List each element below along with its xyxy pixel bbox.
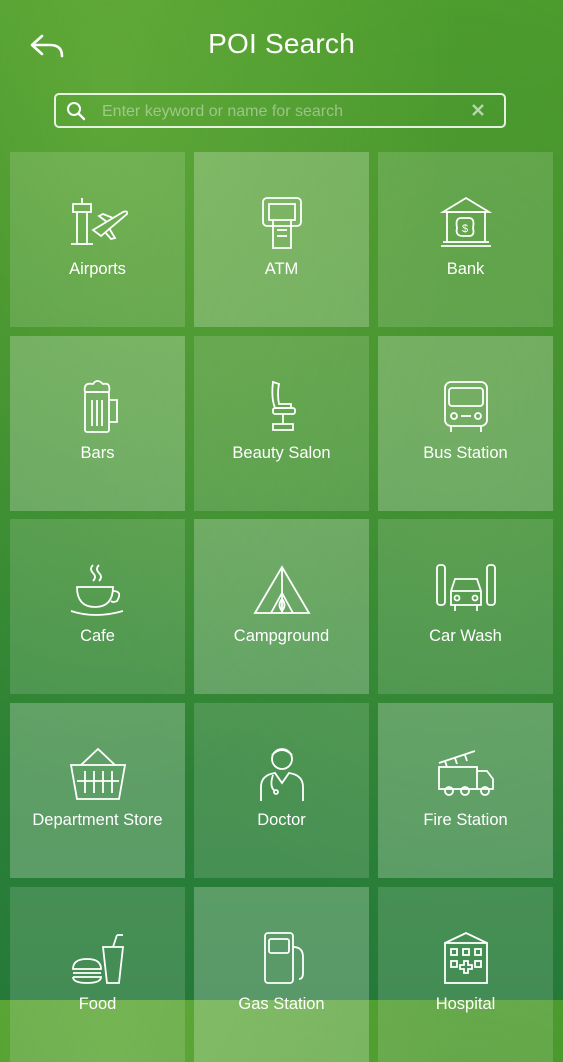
poi-label: Food <box>78 995 117 1013</box>
car-wash-icon <box>435 564 496 611</box>
bus-icon <box>443 381 488 432</box>
poi-label: Bus Station <box>423 444 508 462</box>
poi-tile-car-wash[interactable]: Car Wash <box>378 519 553 694</box>
poi-label: Fire Station <box>423 811 508 829</box>
airport-icon <box>70 198 128 245</box>
header: POI Search <box>0 0 563 92</box>
svg-text:$: $ <box>462 223 468 235</box>
tent-icon <box>252 565 311 614</box>
shopping-basket-icon <box>69 747 126 800</box>
poi-label: Gas Station <box>238 995 325 1013</box>
doctor-icon <box>259 748 304 801</box>
poi-label: Doctor <box>257 811 306 829</box>
poi-tile-bars[interactable]: Bars <box>10 336 185 511</box>
coffee-cup-icon <box>70 564 123 616</box>
poi-tile-doctor[interactable]: Doctor <box>194 703 369 878</box>
poi-tile-atm[interactable]: ATM <box>194 152 369 327</box>
poi-label: Car Wash <box>429 627 502 645</box>
fire-truck-icon <box>437 750 494 796</box>
poi-tile-campground[interactable]: Campground <box>194 519 369 694</box>
poi-label: Bank <box>446 260 485 278</box>
bank-icon: $ <box>439 196 492 247</box>
search-icon <box>67 102 86 121</box>
beer-mug-icon <box>83 380 118 433</box>
search-bar <box>54 93 506 128</box>
poi-label: ATM <box>264 260 299 278</box>
poi-tile-beauty-salon[interactable]: Beauty Salon <box>194 336 369 511</box>
poi-tile-department-store[interactable]: Department Store <box>10 703 185 878</box>
clear-icon[interactable] <box>470 102 486 118</box>
search-input[interactable] <box>100 98 464 126</box>
hospital-icon <box>443 932 488 984</box>
poi-tile-hospital[interactable]: Hospital <box>378 887 553 1062</box>
poi-tile-fire-station[interactable]: Fire Station <box>378 703 553 878</box>
atm-icon <box>261 197 302 249</box>
salon-chair-icon <box>270 380 296 431</box>
poi-label: Hospital <box>435 995 496 1013</box>
poi-tile-gas-station[interactable]: Gas Station <box>194 887 369 1062</box>
poi-label: Campground <box>233 627 330 645</box>
gas-pump-icon <box>263 932 304 984</box>
poi-label: Bars <box>80 444 115 462</box>
poi-tile-food[interactable]: Food <box>10 887 185 1062</box>
page-title: POI Search <box>208 28 355 59</box>
poi-label: Beauty Salon <box>232 444 331 462</box>
fast-food-icon <box>71 934 124 984</box>
poi-tile-bus-station[interactable]: Bus Station <box>378 336 553 511</box>
poi-label: Department Store <box>32 811 163 829</box>
poi-tile-cafe[interactable]: Cafe <box>10 519 185 694</box>
poi-label: Airports <box>69 260 126 278</box>
poi-tile-bank[interactable]: $ Bank <box>378 152 553 327</box>
poi-tile-airports[interactable]: Airports <box>10 152 185 327</box>
poi-label: Cafe <box>80 627 115 645</box>
